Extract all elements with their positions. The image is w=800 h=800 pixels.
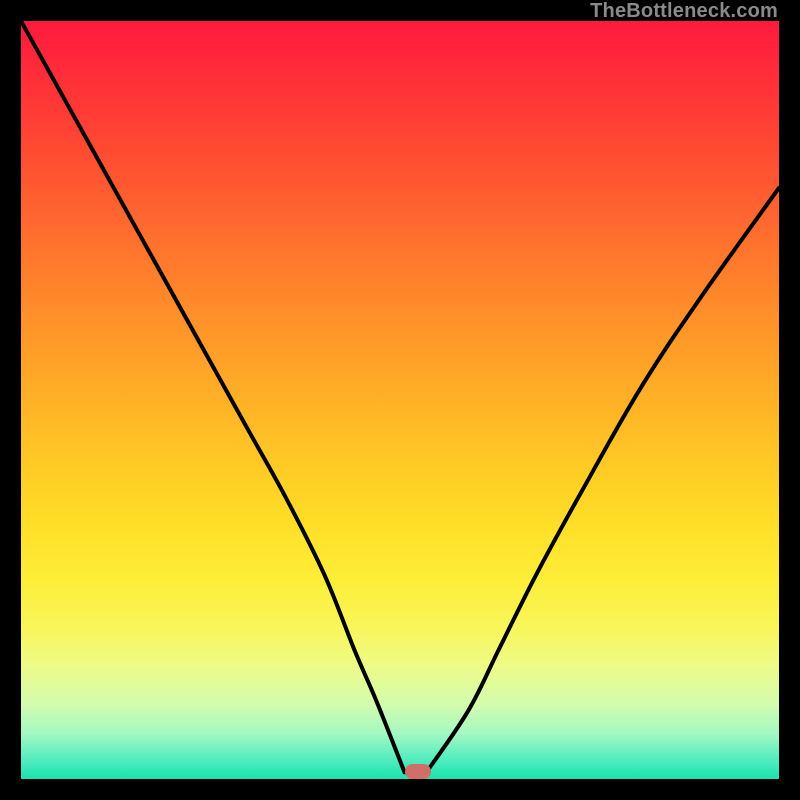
- watermark-text: TheBottleneck.com: [590, 0, 778, 23]
- chart-frame: TheBottleneck.com: [0, 0, 800, 800]
- bottleneck-curve: [21, 21, 779, 779]
- optimum-marker: [405, 764, 431, 779]
